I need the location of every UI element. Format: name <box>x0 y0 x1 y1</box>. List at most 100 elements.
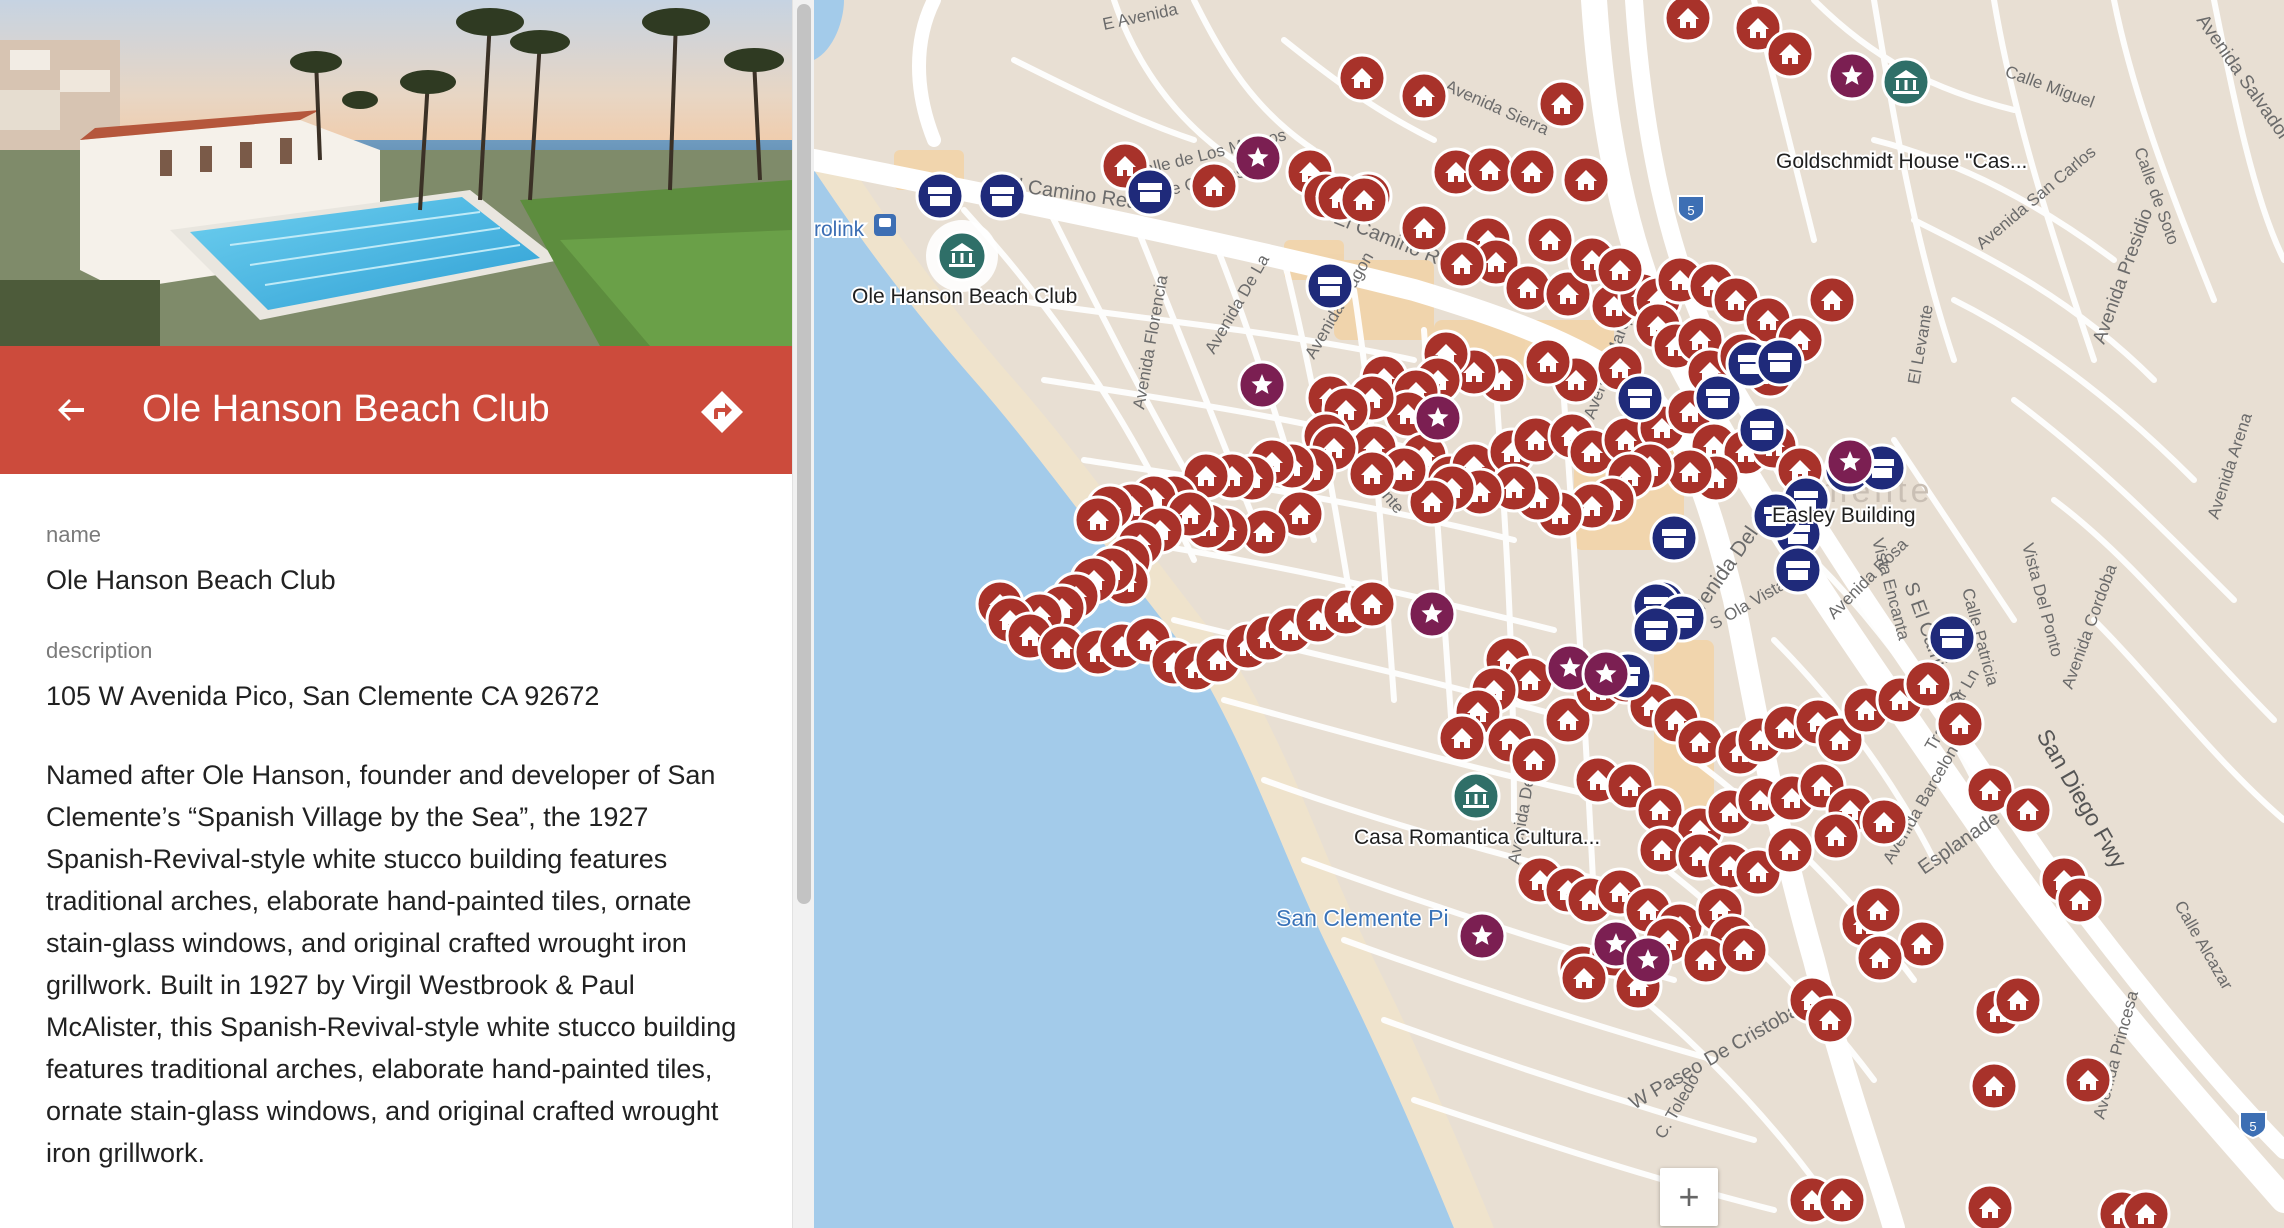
house-marker[interactable] <box>1807 275 1857 325</box>
house-marker[interactable] <box>1817 1175 1867 1225</box>
house-marker[interactable] <box>1337 53 1387 103</box>
storefront-icon <box>990 187 1014 206</box>
shop-marker[interactable] <box>1755 337 1805 387</box>
ocean-top-left <box>814 0 844 60</box>
house-marker[interactable] <box>1347 579 1397 629</box>
shop-marker[interactable] <box>1773 545 1823 595</box>
shop-marker[interactable] <box>1305 261 1355 311</box>
shop-marker[interactable] <box>1737 405 1787 455</box>
house-marker[interactable] <box>1993 975 2043 1025</box>
house-marker[interactable] <box>1537 79 1587 129</box>
name-field-label: name <box>46 522 102 547</box>
description-field-label: description <box>46 638 153 663</box>
house-marker[interactable] <box>2121 1189 2171 1228</box>
house-marker[interactable] <box>1859 797 1909 847</box>
star-marker[interactable] <box>1457 911 1507 961</box>
star-marker[interactable] <box>1825 437 1875 487</box>
shop-marker[interactable] <box>1693 373 1743 423</box>
map-canvas[interactable]: E Avenida Calle de Los Molinos Calle Obr… <box>814 0 2284 1228</box>
house-marker[interactable] <box>1509 735 1559 785</box>
street-label: Avenida De La <box>1201 251 1273 357</box>
shop-marker[interactable] <box>977 171 1027 221</box>
house-marker[interactable] <box>1665 447 1715 497</box>
house-marker[interactable] <box>1965 1183 2015 1228</box>
map-view[interactable]: E Avenida Calle de Los Molinos Calle Obr… <box>814 0 2284 1228</box>
storefront-icon <box>1768 353 1792 372</box>
goldschmidt-label[interactable]: Goldschmidt House "Cas... <box>1774 148 2029 175</box>
ole-hanson-label[interactable]: Ole Hanson Beach Club <box>850 283 1079 310</box>
easley-building-label[interactable]: Easley Building <box>1770 502 1918 529</box>
shop-marker[interactable] <box>1125 167 1175 217</box>
house-marker[interactable] <box>2063 1055 2113 1105</box>
house-marker[interactable] <box>1765 825 1815 875</box>
house-marker[interactable] <box>1811 811 1861 861</box>
star-marker[interactable] <box>1407 589 1457 639</box>
shop-marker[interactable] <box>1927 613 1977 663</box>
house-marker[interactable] <box>1507 147 1557 197</box>
place-title: Ole Hanson Beach Club <box>142 388 550 430</box>
house-marker[interactable] <box>1339 175 1389 225</box>
metrolink-label: rolink <box>814 218 865 241</box>
house-marker[interactable] <box>1437 713 1487 763</box>
storefront-icon <box>1786 561 1810 580</box>
house-marker[interactable] <box>2055 875 2105 925</box>
shop-marker[interactable] <box>1649 513 1699 563</box>
house-marker[interactable] <box>2003 785 2053 835</box>
house-marker[interactable] <box>1969 1061 2019 1111</box>
plus-icon: + <box>1678 1176 1700 1217</box>
shop-marker[interactable] <box>1631 605 1681 655</box>
pier-label[interactable]: San Clemente Pi <box>1275 904 1451 933</box>
star-marker[interactable] <box>1233 133 1283 183</box>
house-marker[interactable] <box>1399 71 1449 121</box>
train-icon <box>879 218 891 227</box>
house-marker[interactable] <box>1903 659 1953 709</box>
house-marker[interactable] <box>1675 717 1725 767</box>
star-marker[interactable] <box>1827 51 1877 101</box>
street-label: Avenida Presidio <box>2089 206 2157 347</box>
zoom-in-button[interactable]: + <box>1660 1168 1718 1226</box>
street-label: Calle Alcazar <box>2171 898 2237 994</box>
house-marker[interactable] <box>1189 161 1239 211</box>
selected-place-marker[interactable] <box>926 220 998 292</box>
house-marker[interactable] <box>1765 29 1815 79</box>
street-label: Vista Del Ponto <box>2018 541 2067 659</box>
house-marker[interactable] <box>1523 337 1573 387</box>
house-marker[interactable] <box>1897 919 1947 969</box>
museum-marker[interactable] <box>1451 771 1501 821</box>
panel-scroll-thumb[interactable] <box>797 4 811 904</box>
house-marker[interactable] <box>1503 263 1553 313</box>
star-marker[interactable] <box>1413 393 1463 443</box>
house-marker[interactable] <box>1437 239 1487 289</box>
back-button[interactable] <box>42 380 102 440</box>
house-marker[interactable] <box>1663 0 1713 43</box>
house-marker[interactable] <box>1561 155 1611 205</box>
casa-romantica-label[interactable]: Casa Romantica Cultura... <box>1352 824 1602 851</box>
street-label: Avenida Sierra <box>1442 76 1552 139</box>
svg-text:5: 5 <box>1687 203 1694 218</box>
train-station-marker[interactable] <box>874 214 896 236</box>
house-marker[interactable] <box>1525 215 1575 265</box>
storefront-icon <box>928 187 952 206</box>
house-marker[interactable] <box>1399 203 1449 253</box>
description-field: description 105 W Avenida Pico, San Clem… <box>46 636 746 1174</box>
shop-marker[interactable] <box>915 171 965 221</box>
star-marker[interactable] <box>1581 649 1631 699</box>
street-label: W Paseo De Cristobal <box>1626 997 1807 1114</box>
directions-button[interactable] <box>690 380 754 444</box>
star-marker[interactable] <box>1623 935 1673 985</box>
house-marker[interactable] <box>1595 245 1645 295</box>
street-label: Avenida Cordoba <box>2058 561 2121 691</box>
house-marker[interactable] <box>1465 145 1515 195</box>
house-marker[interactable] <box>1855 933 1905 983</box>
star-marker[interactable] <box>1237 360 1287 410</box>
name-field-value: Ole Hanson Beach Club <box>46 565 336 595</box>
museum-marker[interactable] <box>1881 57 1931 107</box>
house-marker[interactable] <box>1935 699 1985 749</box>
house-marker[interactable] <box>1719 925 1769 975</box>
place-fields: name Ole Hanson Beach Club description 1… <box>46 520 746 1212</box>
house-marker[interactable] <box>1853 885 1903 935</box>
shop-marker[interactable] <box>1615 373 1665 423</box>
house-marker[interactable] <box>1805 995 1855 1045</box>
house-marker[interactable] <box>1073 495 1123 545</box>
panel-scrollbar[interactable] <box>792 0 815 1228</box>
